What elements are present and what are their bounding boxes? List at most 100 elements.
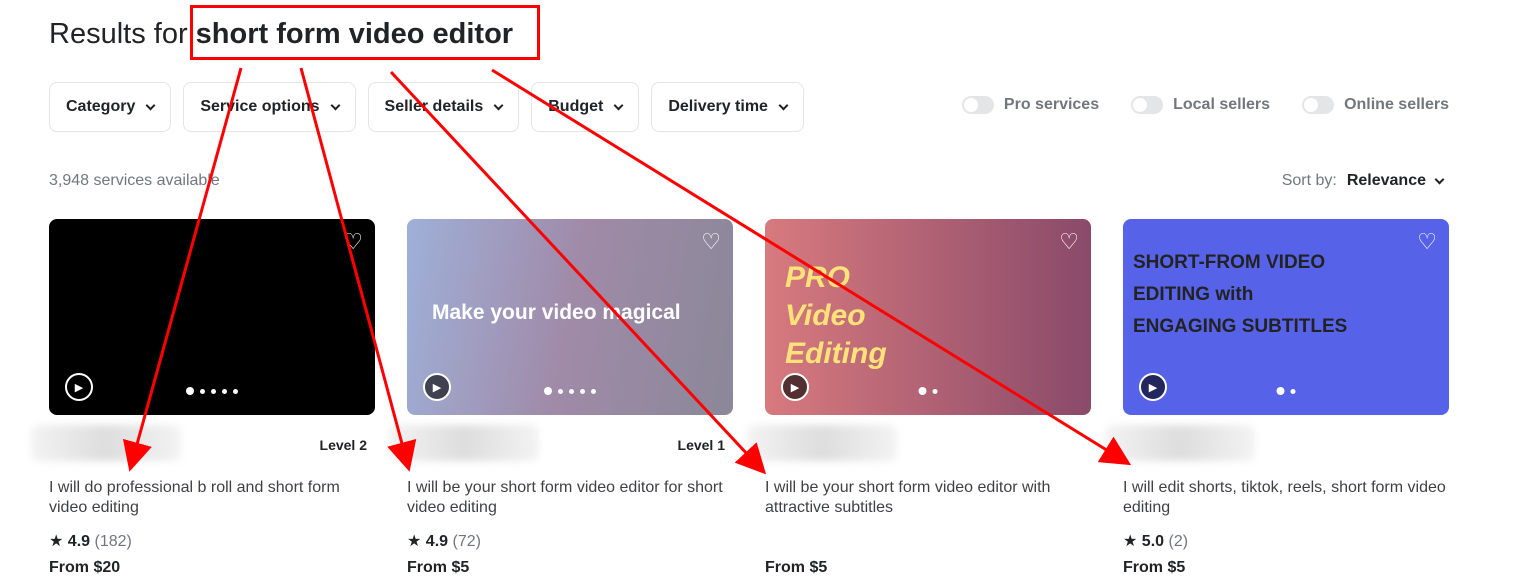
- gig-card[interactable]: ♡ ▶ Level 2 I will do professional b rol…: [31, 219, 375, 576]
- thumbnail-text: PRO Video Editing: [785, 261, 887, 370]
- heart-icon[interactable]: ♡: [1417, 229, 1437, 255]
- filter-bar: Category Service options Seller details …: [49, 82, 804, 132]
- toggle-label: Pro services: [1003, 96, 1100, 113]
- toggle-switch[interactable]: [1131, 96, 1164, 114]
- carousel-dot[interactable]: [186, 387, 194, 395]
- gig-title[interactable]: I will be your short form video editor w…: [765, 478, 1091, 522]
- sort-dropdown[interactable]: Sort by: Relevance: [1281, 172, 1445, 190]
- carousel-dot[interactable]: [580, 388, 585, 394]
- play-icon[interactable]: ▶: [65, 373, 93, 401]
- star-icon: ★: [49, 533, 64, 550]
- gig-rating: [765, 531, 1091, 553]
- toggle-label: Local sellers: [1173, 96, 1271, 113]
- chevron-down-icon: [778, 100, 789, 110]
- annotation-highlight-box: [190, 5, 540, 60]
- filter-service-options[interactable]: Service options: [183, 82, 356, 132]
- carousel-dot[interactable]: [211, 388, 216, 394]
- gig-thumbnail[interactable]: ♡ ▶: [49, 219, 375, 415]
- toggle-online-sellers[interactable]: Online sellers: [1302, 96, 1449, 114]
- toggle-pro-services[interactable]: Pro services: [961, 96, 1100, 114]
- toggle-local-sellers[interactable]: Local sellers: [1131, 96, 1270, 114]
- blurred-seller-name: [31, 425, 181, 461]
- carousel-dot[interactable]: [591, 388, 596, 394]
- rating-value: 5.0: [1141, 533, 1165, 550]
- toggle-label: Online sellers: [1344, 96, 1449, 113]
- gig-rating: ★ 4.9 (182): [49, 531, 375, 553]
- filter-label: Seller details: [384, 98, 484, 115]
- filter-label: Service options: [200, 98, 320, 115]
- heart-icon[interactable]: ♡: [343, 229, 363, 255]
- gig-rating: ★ 5.0 (2): [1123, 531, 1449, 553]
- carousel-dot[interactable]: [918, 387, 927, 395]
- filter-category[interactable]: Category: [49, 82, 172, 132]
- carousel-dot[interactable]: [544, 387, 552, 395]
- seller-level: Level 2: [319, 437, 367, 453]
- carousel-dots: [544, 387, 596, 395]
- carousel-dot[interactable]: [200, 388, 205, 394]
- gig-card[interactable]: SHORT-FROM VIDEO EDITING with ENGAGING S…: [1105, 219, 1449, 576]
- carousel-dot[interactable]: [932, 388, 938, 394]
- review-count: (2): [1168, 533, 1189, 550]
- gig-card[interactable]: Make your video magical ♡ ▶ Level 1 I wi…: [389, 219, 733, 576]
- toggle-switch[interactable]: [1302, 96, 1335, 114]
- gig-price: From $5: [407, 559, 470, 576]
- chevron-down-icon: [493, 100, 504, 110]
- filter-seller-details[interactable]: Seller details: [367, 82, 520, 132]
- rating-value: 4.9: [425, 533, 449, 550]
- seller-level: Level 1: [677, 437, 725, 453]
- chevron-down-icon: [145, 100, 156, 110]
- filter-label: Budget: [548, 98, 604, 115]
- gig-thumbnail[interactable]: Make your video magical ♡ ▶: [407, 219, 733, 415]
- results-count: 3,948 services available: [49, 172, 220, 189]
- carousel-dot[interactable]: [569, 388, 574, 394]
- thumbnail-text: SHORT-FROM VIDEO EDITING with ENGAGING S…: [1133, 252, 1348, 337]
- carousel-dot[interactable]: [558, 388, 563, 394]
- toggle-switch[interactable]: [961, 96, 994, 114]
- play-icon[interactable]: ▶: [1139, 373, 1167, 401]
- filter-delivery-time[interactable]: Delivery time: [651, 82, 804, 132]
- blurred-seller-name: [747, 425, 897, 461]
- seller-info[interactable]: Level 1: [389, 425, 733, 465]
- sort-value: Relevance: [1346, 172, 1426, 189]
- star-icon: ★: [1123, 533, 1138, 550]
- gig-thumbnail[interactable]: PRO Video Editing ♡ ▶: [765, 219, 1091, 415]
- carousel-dot[interactable]: [233, 388, 238, 394]
- gig-title[interactable]: I will do professional b roll and short …: [49, 478, 375, 522]
- carousel-dot[interactable]: [1276, 387, 1285, 395]
- gig-price: From $5: [1123, 559, 1186, 576]
- rating-value: 4.9: [67, 533, 91, 550]
- filter-budget[interactable]: Budget: [531, 82, 640, 132]
- review-count: (72): [452, 533, 481, 550]
- star-icon: ★: [407, 533, 422, 550]
- gig-price: From $5: [765, 559, 828, 576]
- gig-thumbnail[interactable]: SHORT-FROM VIDEO EDITING with ENGAGING S…: [1123, 219, 1449, 415]
- play-icon[interactable]: ▶: [781, 373, 809, 401]
- carousel-dot[interactable]: [222, 388, 227, 394]
- title-prefix: Results for: [49, 18, 188, 50]
- blurred-seller-name: [389, 425, 539, 461]
- chevron-down-icon: [1434, 174, 1445, 184]
- sort-label: Sort by:: [1281, 172, 1337, 189]
- carousel-dots: [918, 387, 938, 395]
- filter-label: Category: [66, 98, 136, 115]
- seller-info[interactable]: Level 2: [31, 425, 375, 465]
- carousel-dots: [1276, 387, 1296, 395]
- seller-info[interactable]: [1105, 425, 1449, 465]
- gig-title[interactable]: I will edit shorts, tiktok, reels, short…: [1123, 478, 1449, 522]
- carousel-dot[interactable]: [1290, 388, 1296, 394]
- gig-price: From $20: [49, 559, 121, 576]
- gig-title[interactable]: I will be your short form video editor f…: [407, 478, 733, 522]
- blurred-seller-name: [1105, 425, 1255, 461]
- play-icon[interactable]: ▶: [423, 373, 451, 401]
- toggle-group: Pro services Local sellers Online seller…: [961, 96, 1449, 114]
- filter-label: Delivery time: [668, 98, 768, 115]
- heart-icon[interactable]: ♡: [701, 229, 721, 255]
- heart-icon[interactable]: ♡: [1059, 229, 1079, 255]
- seller-info[interactable]: [747, 425, 1091, 465]
- gig-card[interactable]: PRO Video Editing ♡ ▶ I will be your sho…: [747, 219, 1091, 576]
- chevron-down-icon: [613, 100, 624, 110]
- review-count: (182): [94, 533, 132, 550]
- chevron-down-icon: [330, 100, 340, 110]
- thumbnail-text: Make your video magical: [432, 301, 681, 324]
- carousel-dots: [186, 387, 238, 395]
